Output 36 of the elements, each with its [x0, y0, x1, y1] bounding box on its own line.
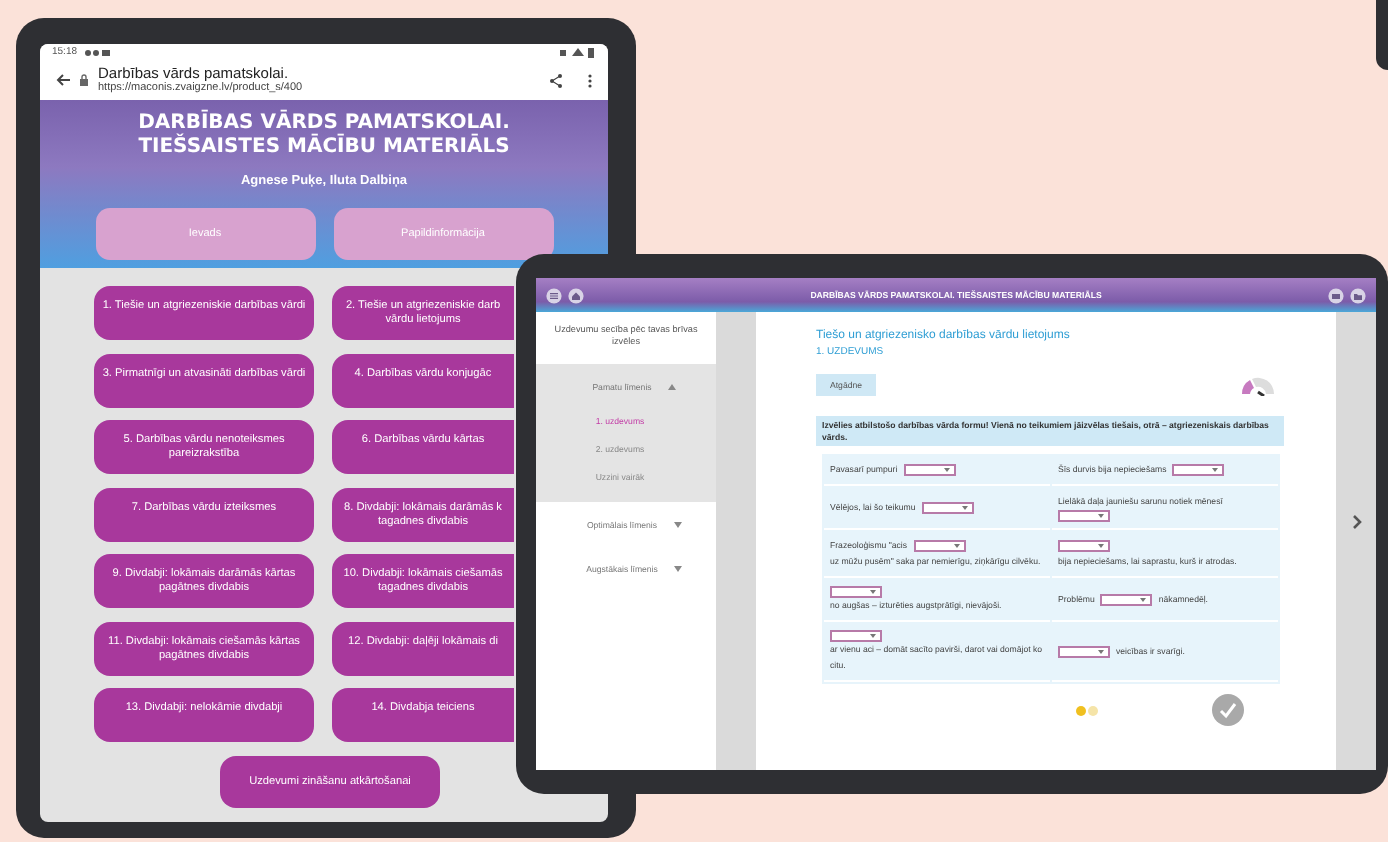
caret-icon [1098, 650, 1104, 654]
page-dot[interactable] [1088, 705, 1098, 715]
caret-icon [870, 634, 876, 638]
gauge-icon [1238, 372, 1278, 396]
caret-icon [1098, 514, 1104, 518]
tablet-frame [1376, 0, 1388, 70]
dropdown-field[interactable] [913, 540, 966, 552]
folder-icon[interactable] [1350, 287, 1366, 303]
caret-icon [870, 590, 876, 594]
signal-icons [560, 47, 596, 57]
book-title: TIEŠSAISTES MĀCĪBU MATERIĀLS [138, 136, 510, 160]
print-icon[interactable] [1328, 287, 1344, 303]
caret-icon [961, 506, 968, 510]
dropdown-field[interactable] [1058, 539, 1110, 551]
dropdown-field[interactable] [1172, 464, 1225, 476]
share-icon[interactable] [550, 73, 562, 87]
check-button[interactable] [1212, 694, 1244, 726]
dropdown-field[interactable] [1100, 594, 1153, 606]
caret-icon [943, 468, 950, 472]
dropdown-field[interactable] [921, 502, 974, 514]
caret-icon [1098, 543, 1104, 547]
dropdown-field[interactable] [830, 586, 882, 598]
caret-icon [1212, 468, 1219, 472]
caret-icon [953, 544, 960, 548]
menu-icon[interactable] [546, 287, 562, 303]
status-icons [83, 47, 110, 57]
dropdown-field[interactable] [1058, 646, 1110, 658]
home-icon[interactable] [568, 287, 584, 303]
lock-icon [80, 74, 88, 86]
book-title: DARBĪBAS VĀRDS PAMATSKOLAI. [138, 112, 510, 134]
caret-icon [1140, 598, 1147, 602]
dropdown-field[interactable] [1058, 510, 1110, 522]
dropdown-field[interactable] [903, 464, 956, 476]
page-dot[interactable] [1076, 705, 1086, 715]
back-arrow-icon[interactable] [56, 74, 70, 86]
dropdown-field[interactable] [830, 630, 882, 642]
